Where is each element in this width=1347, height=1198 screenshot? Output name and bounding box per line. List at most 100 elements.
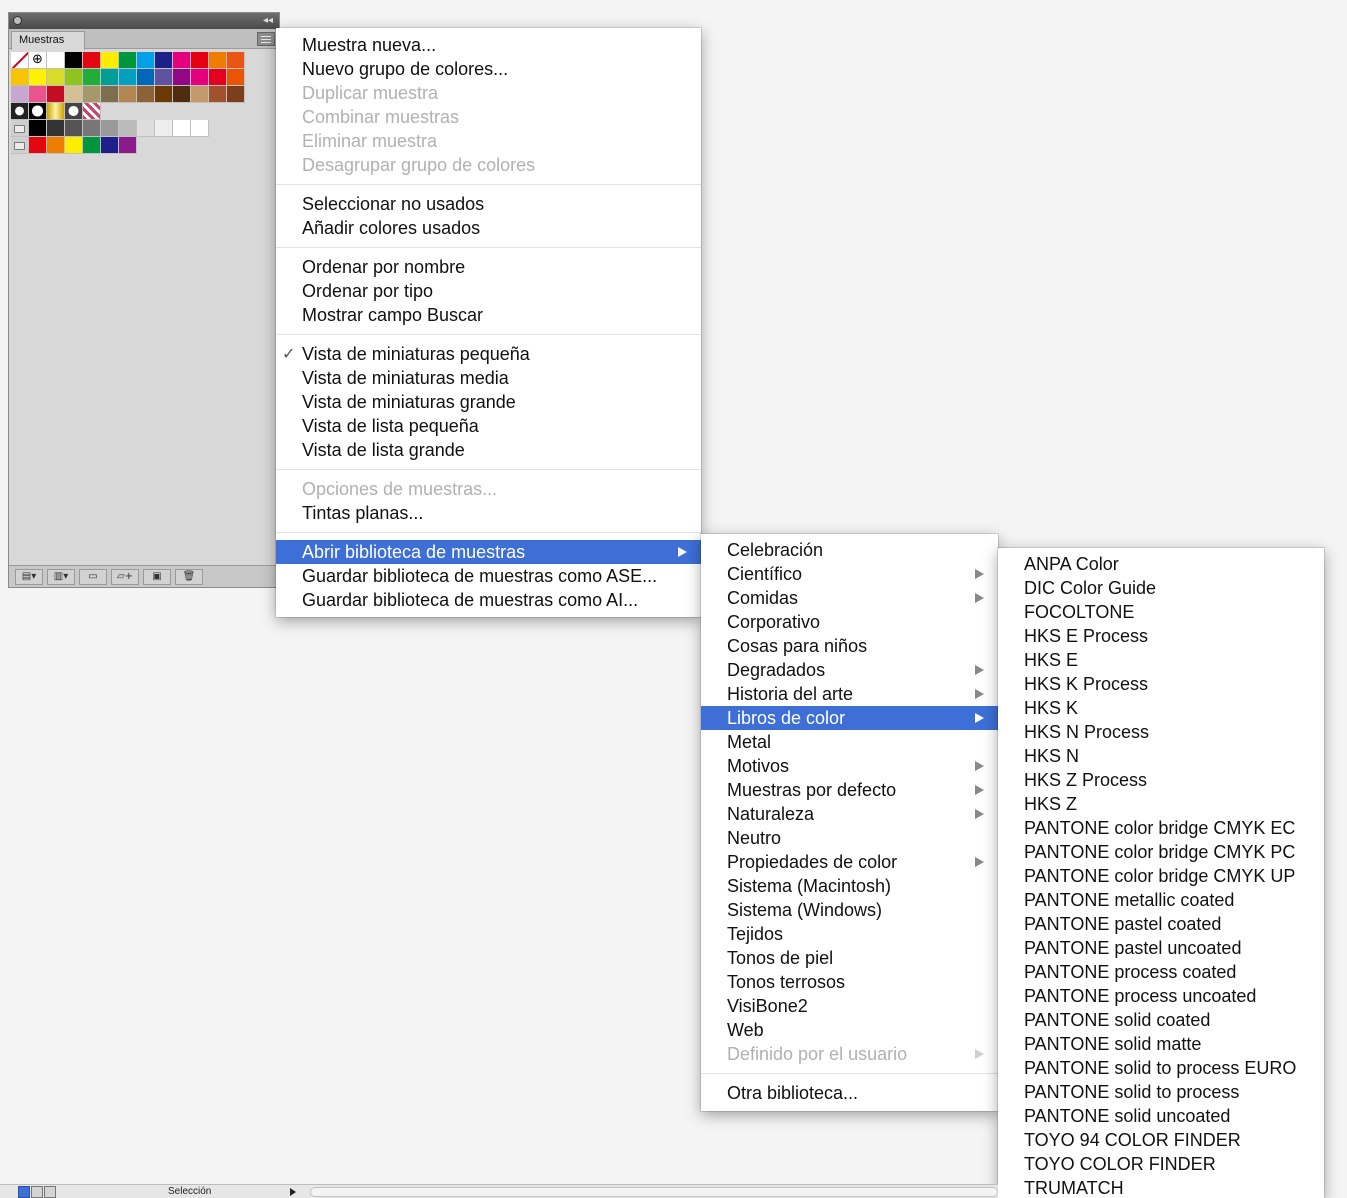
swatch[interactable]: [29, 137, 47, 154]
menu-item-vista-de-miniaturas-media[interactable]: Vista de miniaturas media: [276, 366, 701, 390]
swatch[interactable]: [47, 52, 65, 69]
swatch[interactable]: [65, 52, 83, 69]
menu-item-tejidos[interactable]: Tejidos: [701, 922, 998, 946]
swatch[interactable]: [191, 69, 209, 86]
menu-item-visibone2[interactable]: VisiBone2: [701, 994, 998, 1018]
tab-muestras[interactable]: Muestras: [11, 31, 85, 50]
first-artboard-button[interactable]: [18, 1186, 30, 1198]
menu-item-seleccionar-no-usados[interactable]: Seleccionar no usados: [276, 192, 701, 216]
menu-item-motivos[interactable]: Motivos: [701, 754, 998, 778]
menu-item-guardar-biblioteca-de-muestras-como-ai[interactable]: Guardar biblioteca de muestras como AI..…: [276, 588, 701, 612]
next-artboard-button[interactable]: [44, 1186, 56, 1198]
swatch[interactable]: [47, 137, 65, 154]
swatch[interactable]: [173, 86, 191, 103]
swatch[interactable]: [47, 120, 65, 137]
menu-item-propiedades-de-color[interactable]: Propiedades de color: [701, 850, 998, 874]
horizontal-scrollbar[interactable]: [310, 1187, 998, 1197]
menu-item-vista-de-lista-pequena[interactable]: Vista de lista pequeña: [276, 414, 701, 438]
menu-item-pantone-color-bridge-cmyk-up[interactable]: PANTONE color bridge CMYK UP: [998, 864, 1324, 888]
menu-item-web[interactable]: Web: [701, 1018, 998, 1042]
menu-item-metal[interactable]: Metal: [701, 730, 998, 754]
new-color-group-button[interactable]: ▱+: [111, 568, 139, 585]
swatch-options-button[interactable]: ▭: [79, 568, 107, 585]
menu-item-pantone-process-coated[interactable]: PANTONE process coated: [998, 960, 1324, 984]
menu-item-hks-z-process[interactable]: HKS Z Process: [998, 768, 1324, 792]
menu-item-abrir-biblioteca-de-muestras[interactable]: Abrir biblioteca de muestras: [276, 540, 701, 564]
swatch[interactable]: [209, 69, 227, 86]
menu-item-tonos-terrosos[interactable]: Tonos terrosos: [701, 970, 998, 994]
swatch[interactable]: [47, 86, 65, 103]
swatch[interactable]: [137, 120, 155, 137]
swatch-library-menu-button[interactable]: ▤▾: [15, 568, 43, 585]
menu-item-vista-de-lista-grande[interactable]: Vista de lista grande: [276, 438, 701, 462]
menu-item-pantone-solid-to-process-euro[interactable]: PANTONE solid to process EURO: [998, 1056, 1324, 1080]
swatch[interactable]: [227, 52, 245, 69]
swatch[interactable]: [65, 86, 83, 103]
menu-item-hks-k-process[interactable]: HKS K Process: [998, 672, 1324, 696]
menu-item-comidas[interactable]: Comidas: [701, 586, 998, 610]
menu-item-mostrar-campo-buscar[interactable]: Mostrar campo Buscar: [276, 303, 701, 327]
prev-artboard-button[interactable]: [31, 1186, 43, 1198]
menu-item-hks-e[interactable]: HKS E: [998, 648, 1324, 672]
swatch[interactable]: [191, 120, 209, 137]
menu-item-sistema-windows[interactable]: Sistema (Windows): [701, 898, 998, 922]
menu-item-otra-biblioteca[interactable]: Otra biblioteca...: [701, 1081, 998, 1105]
menu-item-nuevo-grupo-de-colores[interactable]: Nuevo grupo de colores...: [276, 57, 701, 81]
menu-item-libros-de-color[interactable]: Libros de color: [701, 706, 998, 730]
swatch[interactable]: [173, 52, 191, 69]
swatch[interactable]: [119, 52, 137, 69]
swatch[interactable]: [155, 52, 173, 69]
swatch[interactable]: [47, 69, 65, 86]
swatch[interactable]: [101, 86, 119, 103]
swatch-pattern[interactable]: [65, 103, 83, 120]
swatch[interactable]: [227, 69, 245, 86]
swatch[interactable]: [83, 86, 101, 103]
menu-item-celebracion[interactable]: Celebración: [701, 538, 998, 562]
status-menu-arrow-icon[interactable]: [290, 1188, 296, 1196]
menu-item-pantone-pastel-coated[interactable]: PANTONE pastel coated: [998, 912, 1324, 936]
menu-item-corporativo[interactable]: Corporativo: [701, 610, 998, 634]
swatch[interactable]: [209, 52, 227, 69]
delete-swatch-icon[interactable]: 🗑: [175, 568, 203, 585]
menu-item-hks-e-process[interactable]: HKS E Process: [998, 624, 1324, 648]
menu-item-hks-z[interactable]: HKS Z: [998, 792, 1324, 816]
panel-titlebar[interactable]: ◂◂: [9, 13, 279, 29]
swatch[interactable]: [137, 69, 155, 86]
menu-item-neutro[interactable]: Neutro: [701, 826, 998, 850]
menu-item-pantone-pastel-uncoated[interactable]: PANTONE pastel uncoated: [998, 936, 1324, 960]
menu-item-dic-color-guide[interactable]: DIC Color Guide: [998, 576, 1324, 600]
menu-item-vista-de-miniaturas-pequena[interactable]: ✓ Vista de miniaturas pequeña: [276, 342, 701, 366]
swatch[interactable]: [155, 120, 173, 137]
menu-item-pantone-solid-matte[interactable]: PANTONE solid matte: [998, 1032, 1324, 1056]
swatch[interactable]: [11, 86, 29, 103]
swatch[interactable]: [101, 137, 119, 154]
swatch-pattern[interactable]: [47, 103, 65, 120]
swatch[interactable]: [119, 120, 137, 137]
swatch[interactable]: [119, 86, 137, 103]
status-tool-label[interactable]: Selección: [168, 1185, 211, 1198]
menu-item-pantone-process-uncoated[interactable]: PANTONE process uncoated: [998, 984, 1324, 1008]
menu-item-cientifico[interactable]: Científico: [701, 562, 998, 586]
menu-item-anpa-color[interactable]: ANPA Color: [998, 552, 1324, 576]
swatch[interactable]: [29, 120, 47, 137]
swatch[interactable]: [101, 52, 119, 69]
swatch[interactable]: [173, 120, 191, 137]
panel-close-button[interactable]: [13, 16, 22, 25]
swatch[interactable]: [155, 86, 173, 103]
menu-item-focoltone[interactable]: FOCOLTONE: [998, 600, 1324, 624]
menu-item-sistema-macintosh[interactable]: Sistema (Macintosh): [701, 874, 998, 898]
menu-item-historia-del-arte[interactable]: Historia del arte: [701, 682, 998, 706]
swatch[interactable]: [83, 137, 101, 154]
swatch[interactable]: [173, 69, 191, 86]
swatch[interactable]: [209, 86, 227, 103]
menu-item-pantone-color-bridge-cmyk-pc[interactable]: PANTONE color bridge CMYK PC: [998, 840, 1324, 864]
menu-item-hks-n[interactable]: HKS N: [998, 744, 1324, 768]
swatch[interactable]: [227, 86, 245, 103]
swatch-none[interactable]: [11, 52, 29, 69]
swatch-pattern[interactable]: [83, 103, 101, 120]
menu-item-pantone-metallic-coated[interactable]: PANTONE metallic coated: [998, 888, 1324, 912]
panel-menu-button[interactable]: [257, 32, 275, 46]
menu-item-trumatch[interactable]: TRUMATCH: [998, 1176, 1324, 1198]
swatch[interactable]: [191, 52, 209, 69]
swatch[interactable]: [137, 86, 155, 103]
